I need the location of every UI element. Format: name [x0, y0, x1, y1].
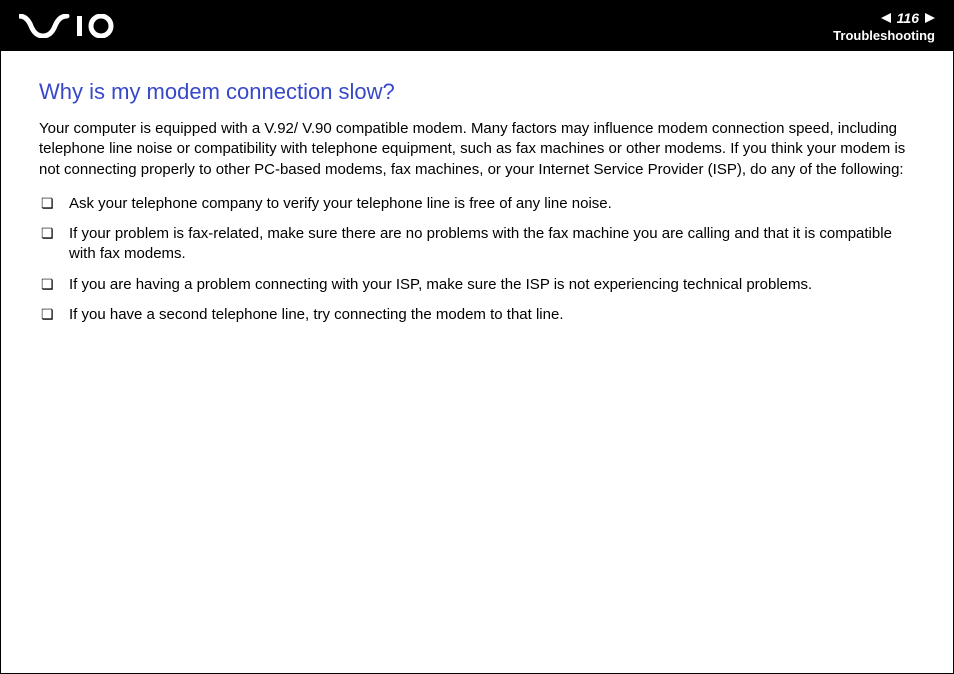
section-title: Troubleshooting [833, 28, 935, 43]
page-container: 116 Troubleshooting Why is my modem conn… [0, 0, 954, 674]
page-header: 116 Troubleshooting [1, 1, 953, 51]
intro-paragraph: Your computer is equipped with a V.92/ V… [39, 119, 915, 180]
list-item: Ask your telephone company to verify you… [39, 194, 915, 214]
vaio-logo-icon [19, 14, 119, 38]
list-item: If your problem is fax-related, make sur… [39, 224, 915, 265]
article-heading: Why is my modem connection slow? [39, 79, 915, 105]
bullet-list: Ask your telephone company to verify you… [39, 194, 915, 325]
page-number: 116 [897, 10, 919, 26]
list-item: If you have a second telephone line, try… [39, 305, 915, 325]
prev-page-icon[interactable] [881, 13, 891, 23]
content-area: Why is my modem connection slow? Your co… [1, 51, 953, 363]
next-page-icon[interactable] [925, 13, 935, 23]
list-item: If you are having a problem connecting w… [39, 275, 915, 295]
header-right: 116 Troubleshooting [833, 10, 935, 43]
page-navigator: 116 [833, 10, 935, 26]
